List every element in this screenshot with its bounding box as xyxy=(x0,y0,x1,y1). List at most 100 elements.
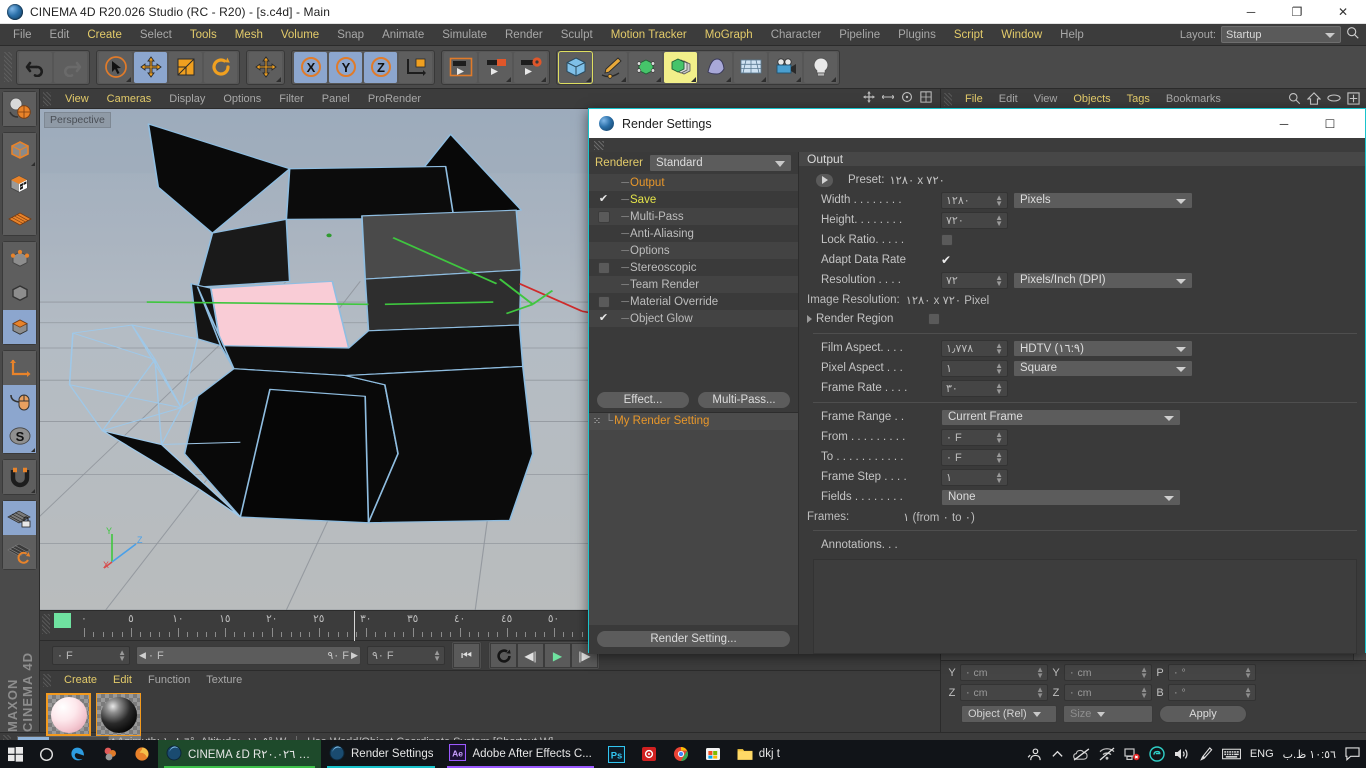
window-close-button[interactable]: ✕ xyxy=(1320,0,1366,24)
coordinate-mode-select[interactable]: Object (Rel) xyxy=(961,705,1057,723)
viewport-menu-item-filter[interactable]: Filter xyxy=(270,89,312,109)
object-menu-item-tags[interactable]: Tags xyxy=(1119,89,1158,110)
width-unit-select[interactable]: Pixels xyxy=(1013,191,1193,209)
render-region-checkbox[interactable] xyxy=(928,313,940,325)
workplane-button[interactable] xyxy=(3,201,36,235)
menu-item-tools[interactable]: Tools xyxy=(181,24,226,46)
render-tree-item-object-glow[interactable]: ✔ ─ Object Glow xyxy=(589,310,798,327)
viewport-menu-item-display[interactable]: Display xyxy=(160,89,214,109)
pixel-aspect-field[interactable]: ١ ▲ ▼ xyxy=(941,359,1008,377)
volume-icon[interactable] xyxy=(1174,747,1190,761)
material-thumbnail[interactable] xyxy=(46,693,91,736)
multipass-button[interactable]: Multi-Pass... xyxy=(697,390,791,409)
film-aspect-preset-select[interactable]: HDTV (١٦:٩) xyxy=(1013,339,1193,357)
z-axis-lock-button[interactable]: Z xyxy=(364,51,397,83)
deformer-button[interactable] xyxy=(699,51,732,83)
menu-item-character[interactable]: Character xyxy=(762,24,831,46)
pen-tray-icon[interactable] xyxy=(1199,746,1213,762)
search-icon[interactable] xyxy=(1288,92,1301,108)
menu-item-help[interactable]: Help xyxy=(1051,24,1093,46)
action-center-icon[interactable] xyxy=(1345,747,1360,761)
people-icon[interactable] xyxy=(1027,747,1042,762)
viewport-menu-item-options[interactable]: Options xyxy=(214,89,270,109)
enable-axis-button[interactable] xyxy=(3,351,36,385)
microsoft-store-icon[interactable] xyxy=(697,740,729,768)
edge-icon[interactable] xyxy=(62,740,94,768)
x-axis-lock-button[interactable]: X xyxy=(294,51,327,83)
spinner-icon[interactable]: ▲ ▼ xyxy=(1140,686,1148,700)
object-menu-grip[interactable] xyxy=(944,93,952,106)
material-menu-item-texture[interactable]: Texture xyxy=(198,671,250,689)
spinner-icon[interactable]: ▲ ▼ xyxy=(1036,666,1044,680)
ellipse-icon[interactable] xyxy=(1327,93,1341,106)
onedrive-muted-icon[interactable] xyxy=(1072,747,1090,761)
texture-mode-button[interactable] xyxy=(3,167,36,201)
effect-button[interactable]: Effect... xyxy=(596,390,690,409)
menu-item-plugins[interactable]: Plugins xyxy=(889,24,945,46)
loop-button[interactable] xyxy=(490,643,517,668)
render-view-button[interactable] xyxy=(444,51,477,83)
renderer-select[interactable]: Standard xyxy=(648,154,792,172)
spinner-icon[interactable]: ▲ ▼ xyxy=(1244,686,1252,700)
viewport-menu-item-cameras[interactable]: Cameras xyxy=(98,89,161,109)
layout-select[interactable]: Startup xyxy=(1221,26,1341,43)
rotate-tool-button[interactable] xyxy=(204,51,237,83)
undo-view-icon[interactable] xyxy=(3,92,36,126)
menu-item-animate[interactable]: Animate xyxy=(373,24,433,46)
start-button[interactable] xyxy=(0,740,31,768)
timeline-grip[interactable] xyxy=(42,614,50,634)
menu-item-window[interactable]: Window xyxy=(992,24,1051,46)
rotation-field[interactable]: ٠ ° ▲ ▼ xyxy=(1168,664,1256,681)
array-modeling-button[interactable] xyxy=(664,51,697,83)
resolution-unit-select[interactable]: Pixels/Inch (DPI) xyxy=(1013,271,1193,289)
menu-item-render[interactable]: Render xyxy=(496,24,552,46)
object-menu-item-bookmarks[interactable]: Bookmarks xyxy=(1158,89,1229,110)
coordinate-apply-button[interactable]: Apply xyxy=(1159,705,1247,723)
spinner-icon[interactable]: ▲ ▼ xyxy=(1140,666,1148,680)
render-to-picture-viewer-button[interactable] xyxy=(479,51,512,83)
menu-item-edit[interactable]: Edit xyxy=(41,24,79,46)
from-field[interactable]: ٠ F ▲ ▼ xyxy=(941,428,1008,446)
spinner-icon[interactable]: ▲ ▼ xyxy=(995,470,1003,484)
taskbar-app-render-settings[interactable]: Render Settings xyxy=(321,740,441,768)
taskbar-app-cinema4d[interactable]: CINEMA ٤D R٢٠.٠٢٦ St... xyxy=(158,740,321,768)
menu-item-simulate[interactable]: Simulate xyxy=(433,24,496,46)
object-menu-item-file[interactable]: File xyxy=(957,89,991,110)
timeline-playback-range[interactable] xyxy=(54,613,71,628)
workplane-reset-button[interactable] xyxy=(3,535,36,569)
edge-mode-button[interactable] xyxy=(3,276,36,310)
timeline-cursor[interactable] xyxy=(354,611,355,641)
render-tree-item-material-override[interactable]: ─ Material Override xyxy=(589,293,798,310)
spinner-icon[interactable]: ▲ ▼ xyxy=(995,450,1003,464)
fields-select[interactable]: None xyxy=(941,488,1181,506)
size-field[interactable]: ٠ cm ▲ ▼ xyxy=(1064,684,1152,701)
coordinate-system-button[interactable] xyxy=(399,51,432,83)
home-icon[interactable] xyxy=(1306,91,1322,108)
coordinate-size-select[interactable]: Size xyxy=(1063,705,1153,723)
render-settings-minimize-button[interactable]: ─ xyxy=(1261,112,1307,136)
render-tree-item-options[interactable]: ─ Options xyxy=(589,242,798,259)
viewport-menu-item-view[interactable]: View xyxy=(56,89,98,109)
lock-ratio-checkbox[interactable] xyxy=(941,234,953,246)
live-selection-tool-button[interactable] xyxy=(99,51,132,83)
material-menu-item-create[interactable]: Create xyxy=(56,671,105,689)
spinner-icon[interactable]: ▲ ▼ xyxy=(1244,666,1252,680)
network-error-icon[interactable] xyxy=(1124,747,1140,761)
viewport-menu-item-panel[interactable]: Panel xyxy=(313,89,359,109)
go-to-start-button[interactable]: ⏮ xyxy=(453,643,480,668)
frame-rate-field[interactable]: ٣٠ ▲ ▼ xyxy=(941,379,1008,397)
window-minimize-button[interactable]: ─ xyxy=(1228,0,1274,24)
network-disconnected-icon[interactable] xyxy=(1099,747,1115,761)
range-end-arrow-icon[interactable]: ▶ xyxy=(349,650,360,661)
menu-item-sculpt[interactable]: Sculpt xyxy=(552,24,602,46)
light-button[interactable] xyxy=(804,51,837,83)
size-field[interactable]: ٠ cm ▲ ▼ xyxy=(1064,664,1152,681)
to-field[interactable]: ٠ F ▲ ▼ xyxy=(941,448,1008,466)
window-maximize-button[interactable]: ❐ xyxy=(1274,0,1320,24)
magnet-tool-button[interactable] xyxy=(3,460,36,494)
render-tree-item-anti-aliasing[interactable]: ─ Anti-Aliasing xyxy=(589,225,798,242)
range-start-arrow-icon[interactable]: ◀ xyxy=(137,650,148,661)
render-settings-maximize-button[interactable]: ☐ xyxy=(1307,112,1353,136)
cube-primitive-button[interactable] xyxy=(558,50,593,84)
resolution-field[interactable]: ٧٢ ▲ ▼ xyxy=(941,271,1008,289)
